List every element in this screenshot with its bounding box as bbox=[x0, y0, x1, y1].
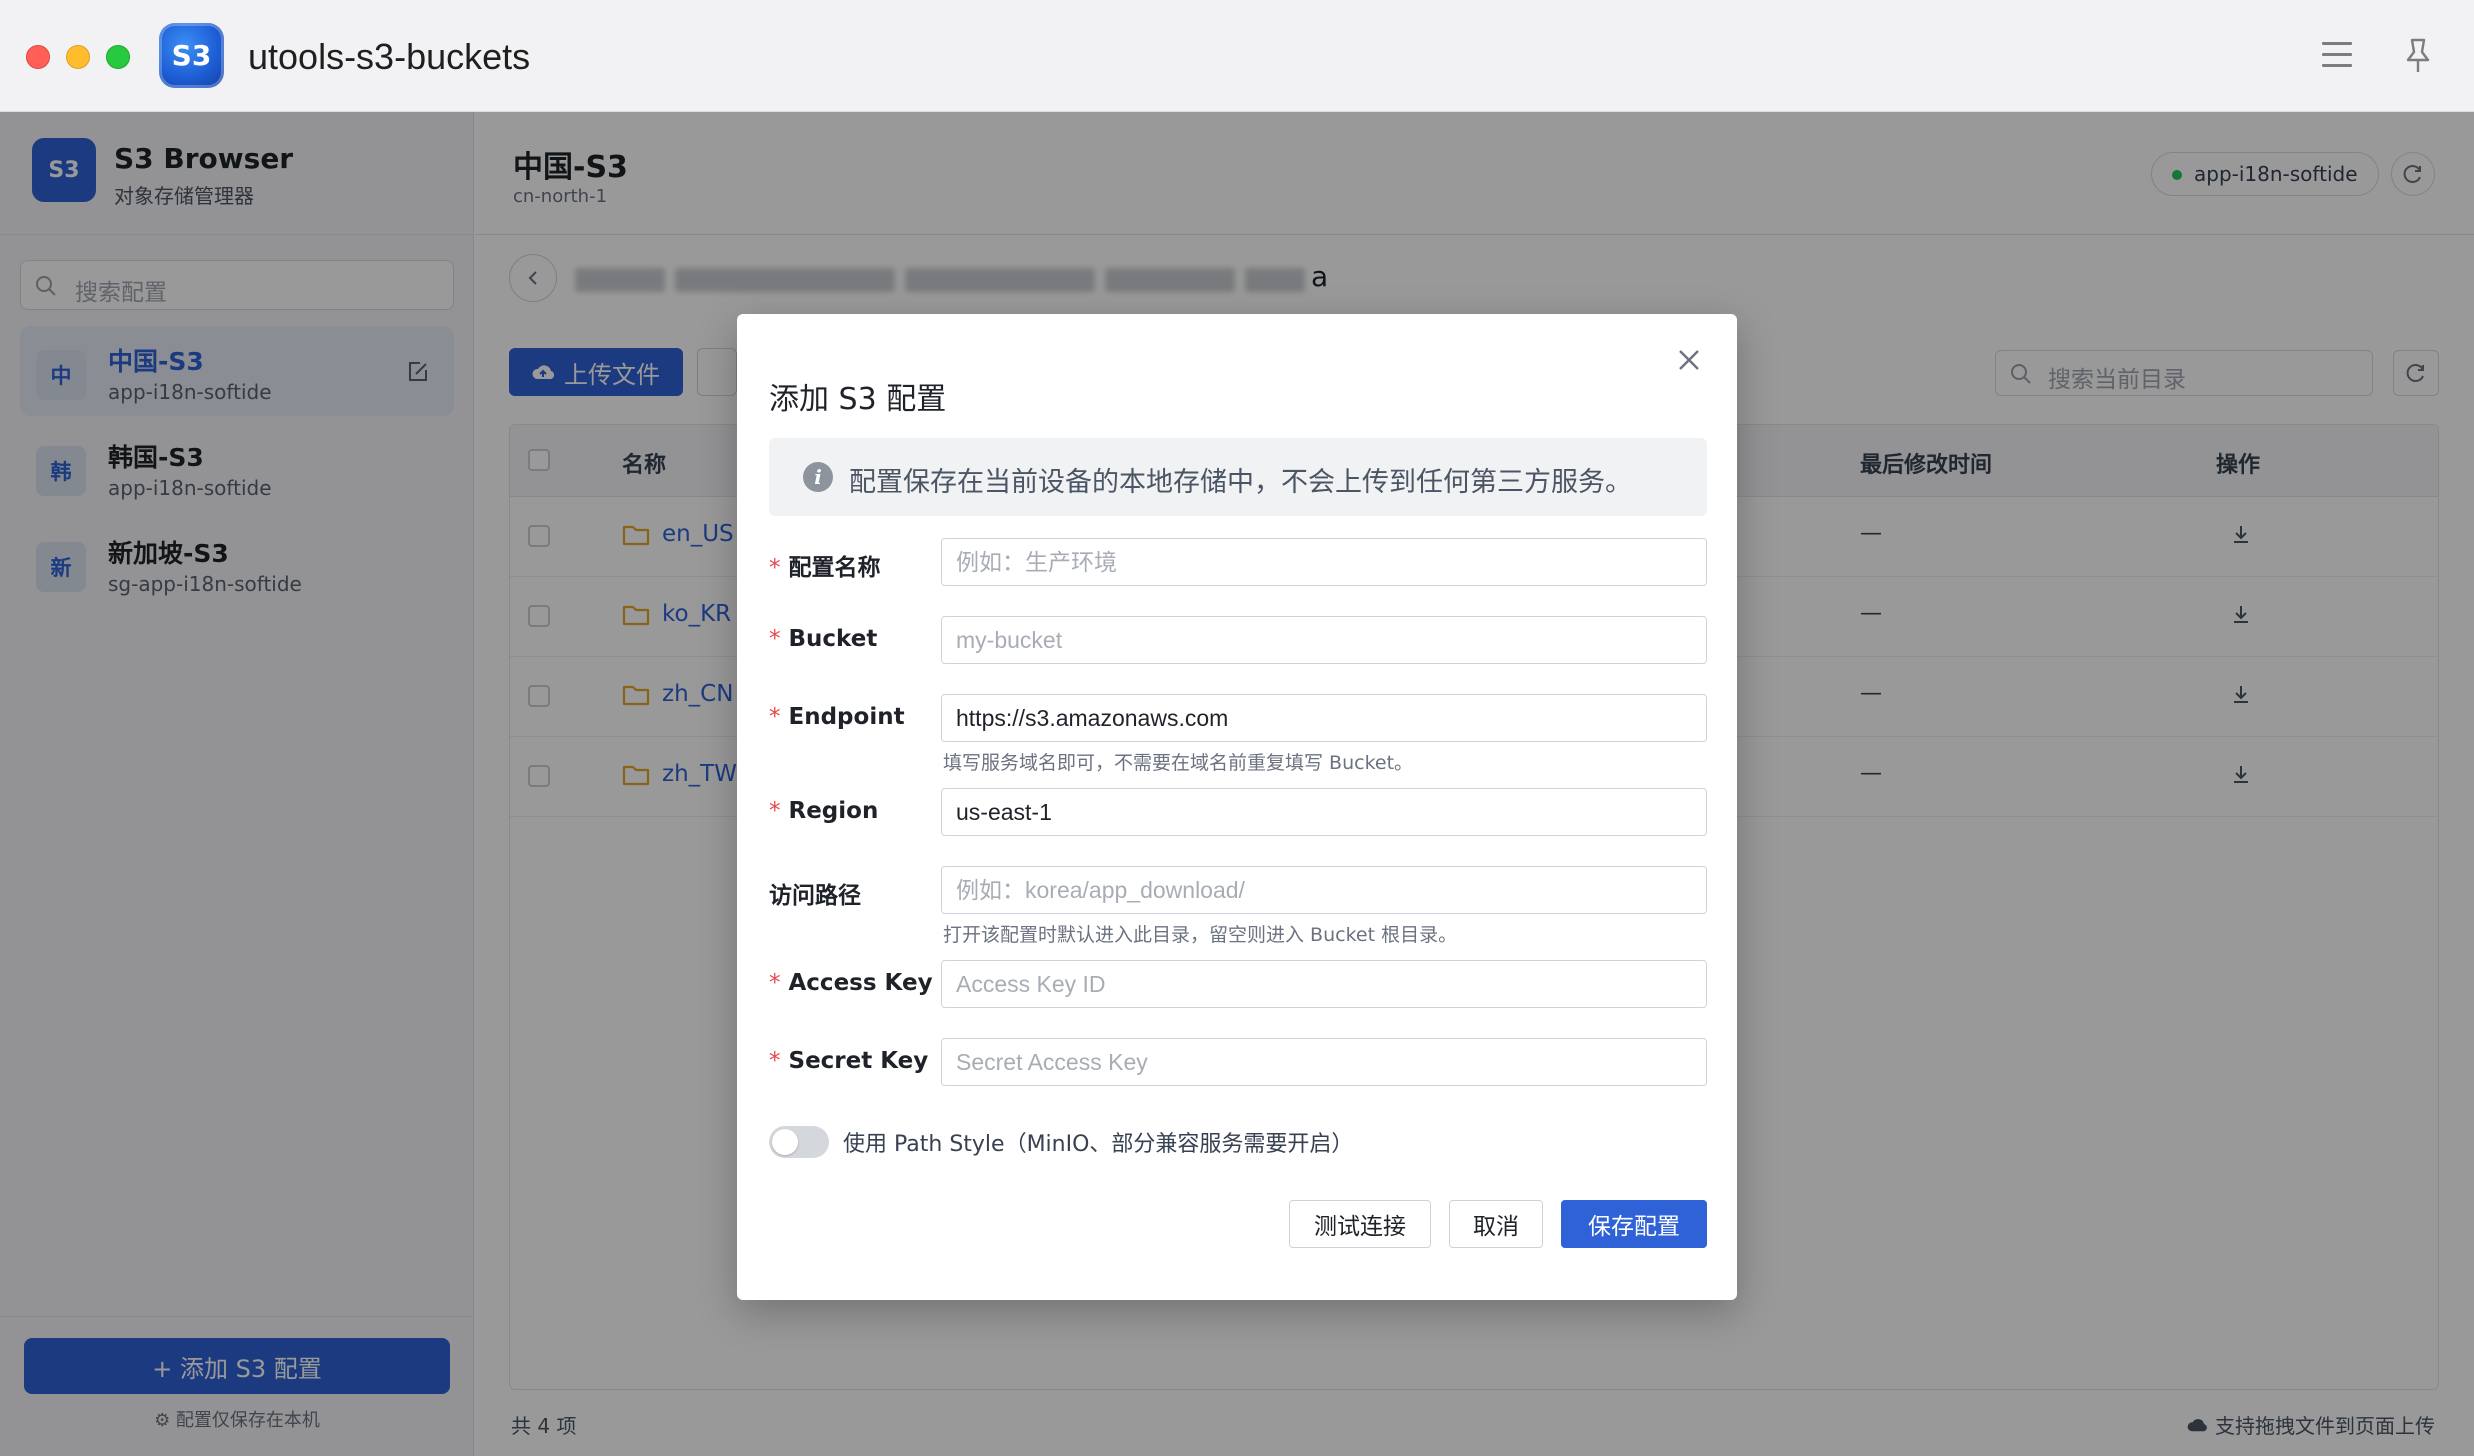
bucket-input[interactable]: my-bucket bbox=[941, 616, 1707, 664]
region-input[interactable]: us-east-1 bbox=[941, 788, 1707, 836]
required-mark: * bbox=[769, 1048, 781, 1074]
dialog-title: 添加 S3 配置 bbox=[769, 382, 947, 417]
bucket-label: * Bucket bbox=[769, 626, 878, 652]
app-logo-icon: S3 bbox=[159, 23, 224, 88]
endpoint-help: 填写服务域名即可，不需要在域名前重复填写 Bucket。 bbox=[943, 752, 1414, 774]
save-config-button[interactable]: 保存配置 bbox=[1561, 1200, 1707, 1248]
required-mark: * bbox=[769, 970, 781, 996]
path-style-toggle[interactable] bbox=[769, 1126, 829, 1158]
config-name-input[interactable]: 例如：生产环境 bbox=[941, 538, 1707, 586]
path-help: 打开该配置时默认进入此目录，留空则进入 Bucket 根目录。 bbox=[943, 924, 1458, 946]
add-config-dialog: 添加 S3 配置 i 配置保存在当前设备的本地存储中，不会上传到任何第三方服务。… bbox=[737, 314, 1737, 1300]
info-alert: i 配置保存在当前设备的本地存储中，不会上传到任何第三方服务。 bbox=[769, 438, 1707, 516]
path-style-label: 使用 Path Style（MinIO、部分兼容服务需要开启） bbox=[843, 1132, 1354, 1157]
required-mark: * bbox=[769, 626, 781, 652]
info-icon: i bbox=[803, 462, 833, 492]
required-mark: * bbox=[769, 798, 781, 824]
window-titlebar: S3 utools-s3-buckets bbox=[0, 0, 2474, 112]
minimize-window-button[interactable] bbox=[66, 45, 90, 69]
secret-key-label: * Secret Key bbox=[769, 1048, 929, 1074]
close-icon[interactable] bbox=[1673, 344, 1705, 376]
region-label: * Region bbox=[769, 798, 879, 824]
required-mark: * bbox=[769, 704, 781, 730]
access-key-label: * Access Key bbox=[769, 970, 933, 996]
endpoint-label: * Endpoint bbox=[769, 704, 905, 730]
menu-icon[interactable] bbox=[2322, 42, 2352, 68]
name-label: * 配置名称 bbox=[769, 555, 881, 581]
window-title: utools-s3-buckets bbox=[248, 36, 531, 77]
required-mark: * bbox=[769, 555, 781, 581]
cancel-button[interactable]: 取消 bbox=[1449, 1200, 1543, 1248]
secret-key-input[interactable]: Secret Access Key bbox=[941, 1038, 1707, 1086]
close-window-button[interactable] bbox=[26, 45, 50, 69]
path-label: 访问路径 bbox=[769, 883, 861, 909]
info-text: 配置保存在当前设备的本地存储中，不会上传到任何第三方服务。 bbox=[849, 467, 1632, 498]
access-key-input[interactable]: Access Key ID bbox=[941, 960, 1707, 1008]
test-connection-button[interactable]: 测试连接 bbox=[1289, 1200, 1431, 1248]
zoom-window-button[interactable] bbox=[106, 45, 130, 69]
pin-icon[interactable] bbox=[2400, 36, 2436, 76]
path-input[interactable]: 例如：korea/app_download/ bbox=[941, 866, 1707, 914]
endpoint-input[interactable]: https://s3.amazonaws.com bbox=[941, 694, 1707, 742]
toggle-knob bbox=[772, 1129, 798, 1155]
